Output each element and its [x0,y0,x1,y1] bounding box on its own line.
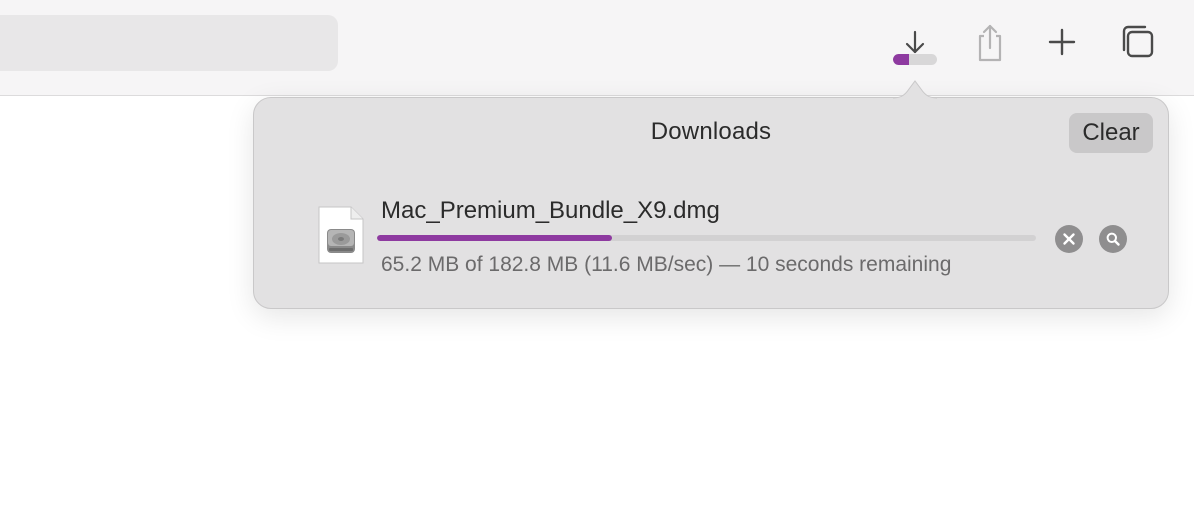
download-status-text: 65.2 MB of 182.8 MB (11.6 MB/sec) — 10 s… [381,253,952,276]
plus-icon [1048,28,1076,56]
disk-image-file-icon [318,206,364,264]
download-item[interactable]: Mac_Premium_Bundle_X9.dmg 65.2 MB of 182… [254,193,1168,283]
popover-arrow [893,80,937,99]
downloads-button[interactable] [891,14,939,70]
toolbar-download-progress-fill [893,54,909,65]
download-file-name: Mac_Premium_Bundle_X9.dmg [381,197,720,224]
address-bar[interactable] [0,15,338,71]
browser-toolbar [0,0,1194,96]
clear-button[interactable]: Clear [1069,113,1153,153]
magnifier-icon [1106,232,1120,246]
tabs-overview-icon [1122,25,1154,58]
toolbar-download-progress [893,54,937,65]
download-progress-bar [377,235,1036,241]
downloads-popover: Downloads Clear Mac_Premium_Bundle_X9.dm… [253,97,1169,309]
cancel-download-button[interactable] [1055,225,1083,253]
cancel-icon [1063,233,1075,245]
new-tab-button[interactable] [1038,18,1086,66]
share-button[interactable] [966,18,1014,66]
share-icon [978,24,1002,62]
tab-overview-button[interactable] [1114,18,1162,66]
show-in-finder-button[interactable] [1099,225,1127,253]
download-progress-fill [377,235,613,241]
popover-title: Downloads [650,118,772,145]
